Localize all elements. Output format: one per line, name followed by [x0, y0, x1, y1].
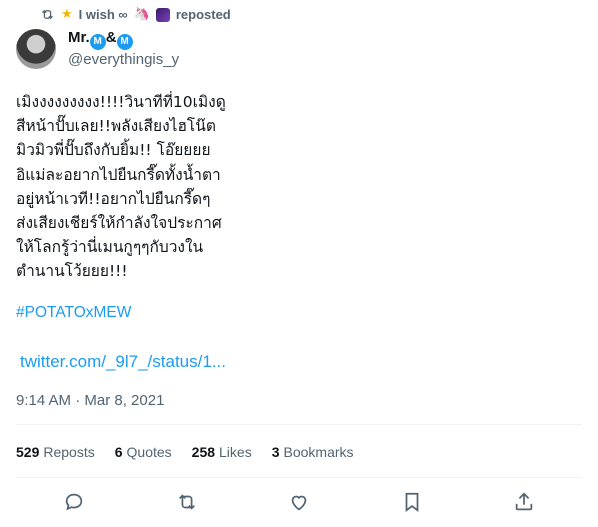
tweet-text-line: มิวมิวพี่ปั๊บถึงกับยิ้ม!! โอ๊ยยยย	[16, 141, 211, 160]
tweet-detail: ★ I wish ∞ 🦄 reposted Mr. M & M @everything…	[0, 0, 598, 527]
repost-icon	[42, 9, 53, 20]
divider	[16, 477, 582, 478]
bookmarks-stat[interactable]: 3 Bookmarks	[272, 444, 354, 460]
engagement-stats: 529 Reposts 6 Quotes 258 Likes 3 Bookmarks	[16, 444, 354, 460]
author-handle[interactable]: @everythingis_y	[68, 50, 179, 70]
repost-icon	[178, 494, 195, 510]
reposts-stat[interactable]: 529 Reposts	[16, 444, 95, 460]
share-button[interactable]	[512, 490, 536, 514]
author-block: Mr. M & M @everythingis_y	[16, 28, 179, 70]
divider	[16, 424, 582, 425]
author-name-text: Mr.	[68, 29, 90, 46]
status-link[interactable]: twitter.com/_9l7_/status/1...	[20, 352, 226, 372]
action-bar	[16, 490, 582, 514]
author-name-separator: &	[105, 29, 117, 46]
tweet-text-line: สีหน้าปั๊บเลย!!พลังเสียงไฮโน๊ต	[16, 117, 216, 136]
like-button[interactable]	[287, 490, 311, 514]
galaxy-emoji-icon	[155, 7, 170, 22]
tweet-text-line: ส่งเสียงเชียร์ให้กำลังใจประกาศ	[16, 214, 222, 233]
avatar[interactable]	[16, 29, 56, 69]
tweet-text-line: ให้โลกรู้ว่านี่เมนกูๆๆกับวงใน	[16, 238, 204, 257]
bookmarks-label: Bookmarks	[283, 444, 354, 460]
m-badge-icon: M	[116, 34, 133, 50]
share-icon	[515, 492, 533, 511]
bookmarks-count: 3	[271, 444, 280, 460]
reply-button[interactable]	[62, 490, 86, 514]
quotes-label: Quotes	[126, 444, 172, 460]
likes-stat[interactable]: 258 Likes	[192, 444, 252, 460]
tweet-text-line: อิแม่ละอยากไปยืนกรี๊ดทั้งน้ำตา	[16, 165, 221, 184]
tweet-text: เมิงงงงงงงงง!!!!วินาทีที่10เมิงดู สีหน้า…	[16, 90, 256, 284]
repost-indicator[interactable]: ★ I wish ∞ 🦄 reposted	[40, 7, 231, 22]
reposts-label: Reposts	[43, 444, 95, 460]
reposts-count: 529	[16, 444, 40, 460]
reply-icon	[65, 493, 83, 511]
likes-label: Likes	[219, 444, 252, 460]
repost-action-label: reposted	[175, 7, 231, 22]
unicorn-emoji-icon: 🦄	[133, 7, 150, 22]
star-emoji-icon: ★	[61, 7, 73, 22]
tweet-text-line: เมิงงงงงงงงง!!!!วินาทีที่10เมิงดู	[16, 93, 226, 111]
tweet-timestamp[interactable]: 9:14 AM · Mar 8, 2021	[16, 392, 164, 409]
bookmark-button[interactable]	[400, 490, 424, 514]
hashtag-link[interactable]: #POTATOxMEW	[16, 304, 131, 322]
reposter-name[interactable]: I wish ∞	[79, 7, 128, 22]
likes-count: 258	[191, 444, 216, 460]
quotes-stat[interactable]: 6 Quotes	[115, 444, 172, 460]
tweet-text-line: ตำนานโว้ยยย!!!	[16, 262, 128, 281]
repost-button[interactable]	[175, 490, 199, 514]
bookmark-icon	[405, 492, 418, 512]
author-display-name[interactable]: Mr. M & M	[68, 28, 179, 50]
like-icon	[291, 495, 307, 511]
m-badge-icon: M	[89, 34, 106, 50]
quotes-count: 6	[114, 444, 123, 460]
tweet-text-line: อยู่หน้าเวที!!อยากไปยืนกรี๊ดๆ	[16, 189, 211, 208]
